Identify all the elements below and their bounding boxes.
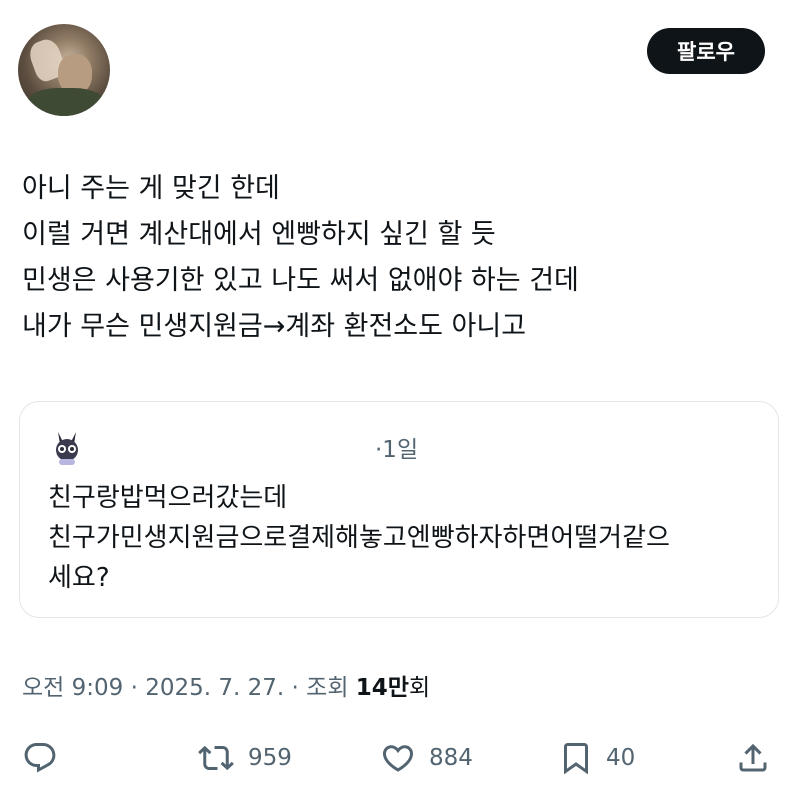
share-icon [739,743,767,772]
reply-icon [24,743,56,773]
retweet-count: 959 [248,745,292,771]
like-button[interactable]: 884 [379,733,473,783]
views-prefix: 조회 [306,675,349,701]
quote-line: 세요? [48,563,110,593]
retweet-button[interactable]: 959 [196,733,292,783]
tweet-time[interactable]: 오전 9:09 [22,675,123,701]
heart-icon [382,745,414,772]
tweet-text: 아니 주는 게 맞긴 한데 이럴 거면 계산대에서 엔빵하지 싶긴 할 듯 민생… [22,166,782,350]
quote-line: 친구가민생지원금으로결제해놓고엔빵하자하면어떨거같으 [48,523,670,553]
tweet-date[interactable]: 2025. 7. 27. [145,675,284,701]
quote-line: 친구랑밥먹으러갔는데 [48,483,288,513]
meta-separator: · [291,675,307,701]
quote-text: 친구랑밥먹으러갔는데 친구가민생지원금으로결제해놓고엔빵하자하면어떨거같으 세요… [48,478,768,598]
tweet-line: 이럴 거면 계산대에서 엔빵하지 싶긴 할 듯 [22,219,496,250]
quoted-tweet[interactable]: ·1일 친구랑밥먹으러갔는데 친구가민생지원금으로결제해놓고엔빵하자하면어떨거같… [19,401,779,618]
tweet-line: 아니 주는 게 맞긴 한데 [22,173,280,204]
share-button[interactable] [735,733,771,783]
quote-avatar-icon [56,432,78,465]
tweet-detail: 팔로우 아니 주는 게 맞긴 한데 이럴 거면 계산대에서 엔빵하지 싶긴 할 … [0,0,800,810]
tweet-line: 민생은 사용기한 있고 나도 써서 없애야 하는 건데 [22,265,579,296]
views-count: 14만 [355,675,409,701]
avatar-body [26,88,106,116]
bookmark-count: 40 [606,745,636,771]
quote-time: ·1일 [375,437,419,463]
tweet-line: 내가 무슨 민생지원금→계좌 환전소도 아니고 [22,311,527,342]
like-count: 884 [429,745,473,771]
meta-separator: · [130,675,146,701]
reply-button[interactable] [22,733,58,783]
bookmark-icon [564,743,588,775]
author-avatar[interactable] [18,24,110,116]
action-bar: 959 884 40 [0,733,800,783]
follow-button[interactable]: 팔로우 [647,28,765,74]
retweet-icon [198,745,234,771]
tweet-meta: 오전 9:09 · 2025. 7. 27. · 조회 14만회 [22,668,430,702]
bookmark-button[interactable]: 40 [558,733,635,783]
views-unit: 회 [408,675,431,701]
